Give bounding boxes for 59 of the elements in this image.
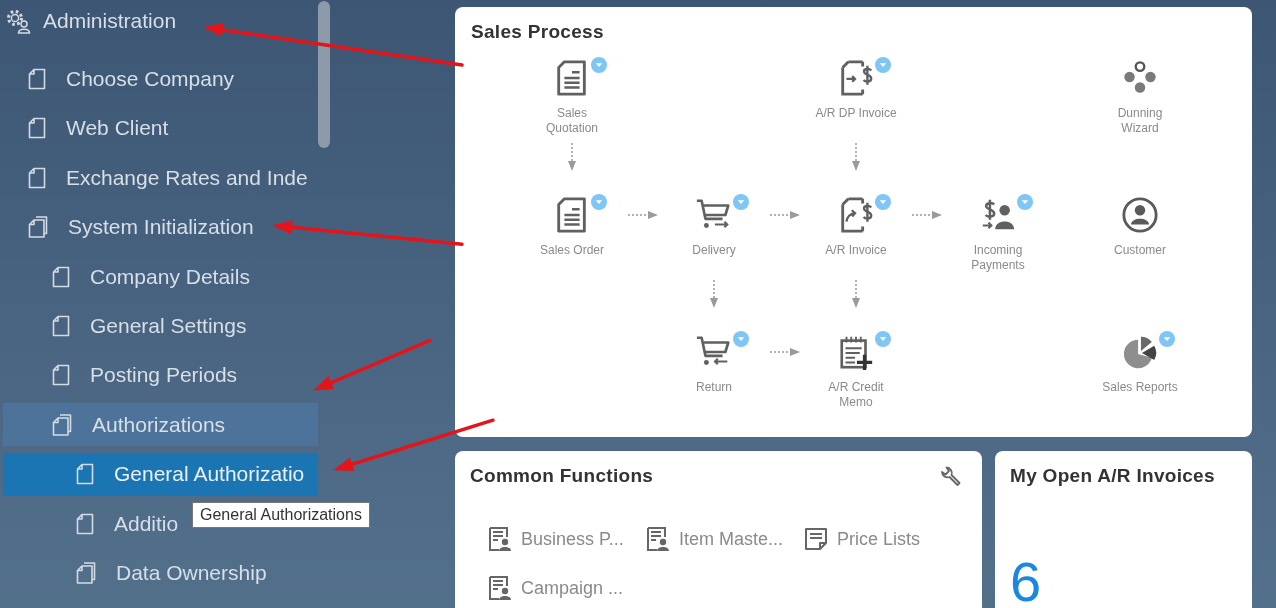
dropdown-icon[interactable] <box>591 57 607 73</box>
tree-item[interactable]: Company Details <box>3 255 318 299</box>
document-person-icon <box>646 526 670 552</box>
pages-icon <box>76 561 96 584</box>
flow-node[interactable]: Sales Quotation <box>545 59 598 136</box>
tooltip: General Authorizations <box>192 502 370 528</box>
function-link[interactable]: Price Lists <box>804 526 962 552</box>
page-icon <box>28 117 46 140</box>
tree-item[interactable]: System Initialization <box>3 205 318 249</box>
dropdown-icon[interactable] <box>591 194 607 210</box>
page-icon <box>52 364 70 387</box>
note-icon <box>804 526 828 552</box>
flow-node[interactable]: A/R Credit Memo <box>828 333 884 410</box>
tree-item[interactable]: Authorizations <box>3 403 318 447</box>
pages-icon <box>52 413 72 436</box>
page-icon <box>28 68 46 90</box>
card-title: My Open A/R Invoices <box>1010 464 1216 488</box>
gear-person-icon <box>5 8 31 34</box>
flow-node[interactable]: Incoming Payments <box>971 196 1025 273</box>
invoice-count: 6 <box>1010 554 1043 608</box>
tree-item[interactable]: Posting Periods <box>3 353 318 397</box>
dropdown-icon[interactable] <box>875 331 891 347</box>
page-icon <box>28 166 46 189</box>
flow-node[interactable]: Dunning Wizard <box>1117 59 1163 136</box>
flow-node[interactable]: Sales Reports <box>1102 333 1178 395</box>
tree-item[interactable]: General Authorizatio <box>3 452 318 496</box>
page-icon <box>52 265 70 288</box>
tree-item[interactable]: Administration <box>3 0 318 42</box>
dropdown-icon[interactable] <box>733 194 749 210</box>
card-title: Sales Process <box>471 20 605 44</box>
tree-item[interactable]: General Settings <box>3 304 318 348</box>
card-title: Common Functions <box>470 464 654 488</box>
tree-item[interactable]: Choose Company <box>3 57 318 101</box>
flow-node[interactable]: Return <box>695 333 733 395</box>
tree-item[interactable]: Web Client <box>3 106 318 150</box>
flow-node[interactable]: Sales Order <box>540 196 604 258</box>
function-link[interactable]: Item Maste... <box>646 526 804 552</box>
pages-icon <box>28 216 48 239</box>
page-icon <box>76 463 94 486</box>
page-icon <box>52 314 70 337</box>
dropdown-icon[interactable] <box>875 57 891 73</box>
tree-item[interactable]: Data Ownership <box>3 551 318 595</box>
flow-node[interactable]: A/R Invoice <box>825 196 887 258</box>
scrollbar-thumb[interactable] <box>318 1 330 148</box>
document-person-icon <box>488 575 512 601</box>
wrench-icon[interactable] <box>940 465 962 487</box>
dropdown-icon[interactable] <box>875 194 891 210</box>
dropdown-icon[interactable] <box>733 331 749 347</box>
document-person-icon <box>488 526 512 552</box>
dropdown-icon[interactable] <box>1159 331 1175 347</box>
person-circle-icon <box>1121 196 1159 234</box>
flow-node[interactable]: Customer <box>1114 196 1166 258</box>
dropdown-icon[interactable] <box>1017 194 1033 210</box>
function-link[interactable]: Business P... <box>488 526 646 552</box>
function-link[interactable]: Campaign ... <box>488 575 646 601</box>
page-icon <box>76 512 94 535</box>
flow-node[interactable]: Delivery <box>692 196 736 258</box>
flow-node[interactable]: A/R DP Invoice <box>815 59 897 121</box>
tree-item[interactable]: Exchange Rates and Inde <box>3 156 318 200</box>
